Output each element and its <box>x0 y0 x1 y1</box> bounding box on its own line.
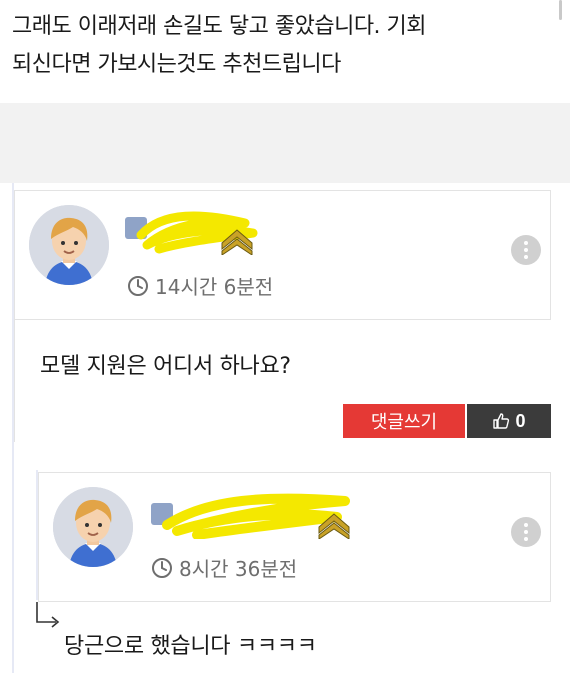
comment-1-header: 14시간 6분전 <box>14 190 551 320</box>
comment-timestamp: 14시간 6분전 <box>127 271 273 300</box>
reply-arrow-icon <box>36 602 60 628</box>
comment-2-header: 8시간 36분전 <box>38 472 551 602</box>
avatar[interactable] <box>29 205 109 285</box>
thumbs-up-icon <box>493 413 510 429</box>
post-body: 그래도 이래저래 손길도 닿고 좋았습니다. 기회 되신다면 가보시는것도 추천… <box>0 0 570 103</box>
timestamp-text: 14시간 6분전 <box>155 275 274 299</box>
comment-timestamp: 8시간 36분전 <box>151 553 297 582</box>
post-text-line-2: 되신다면 가보시는것도 추천드립니다 <box>12 52 341 77</box>
scrollbar[interactable] <box>559 0 562 20</box>
more-vertical-icon[interactable] <box>511 517 541 547</box>
comment-2-text: 당근으로 했습니다 ㅋㅋㅋㅋ <box>64 634 317 659</box>
comment-1-text: 모델 지원은 어디서 하나요? <box>40 354 291 379</box>
more-vertical-icon[interactable] <box>511 235 541 265</box>
section-divider <box>0 103 570 183</box>
reply-button[interactable]: 댓글쓰기 <box>343 404 465 438</box>
post-text-line-1: 그래도 이래저래 손길도 닿고 좋았습니다. 기회 <box>12 14 427 39</box>
rank-chevron-icon <box>318 513 350 539</box>
avatar[interactable] <box>53 487 133 567</box>
timestamp-text: 8시간 36분전 <box>179 557 298 581</box>
rank-chevron-icon <box>221 229 253 255</box>
like-count: 0 <box>515 410 526 431</box>
clock-icon <box>128 275 148 296</box>
like-button[interactable]: 0 <box>467 404 551 438</box>
clock-icon <box>152 557 172 578</box>
